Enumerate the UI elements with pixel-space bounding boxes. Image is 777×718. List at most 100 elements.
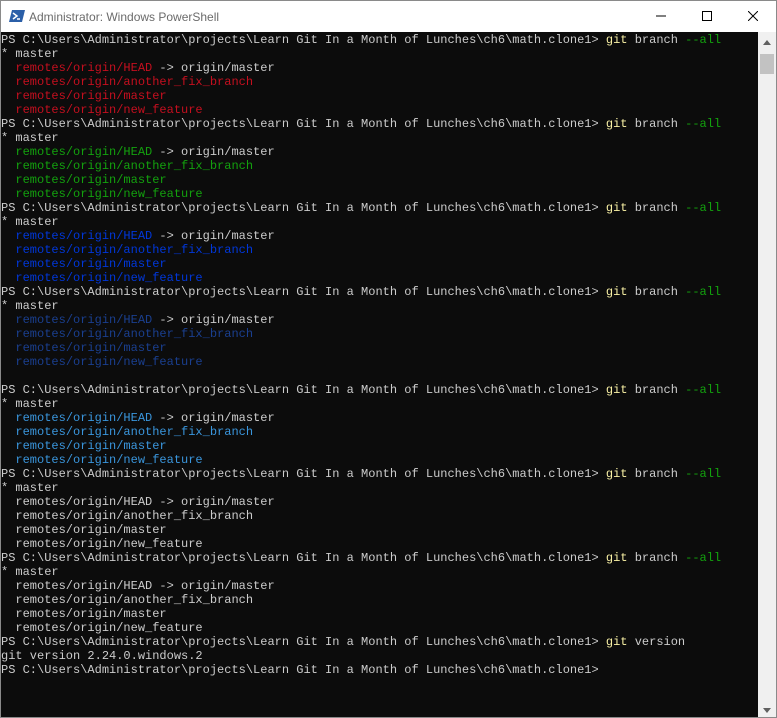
console-line: remotes/origin/master	[1, 607, 167, 621]
console-text: PS C:\Users\Administrator\projects\Learn…	[1, 33, 606, 47]
console-line: * master	[1, 565, 59, 579]
console-line: PS C:\Users\Administrator\projects\Learn…	[1, 201, 721, 215]
console-text: branch	[627, 383, 686, 397]
console-text-cyan: remotes/origin/HEAD	[15, 411, 153, 425]
console-text: git version 2.24.0.windows.2	[1, 649, 203, 663]
console-line: remotes/origin/master	[1, 439, 167, 453]
console-text-green: remotes/origin/new_feature	[15, 187, 203, 201]
console-line: git version 2.24.0.windows.2	[1, 649, 203, 663]
console-line: remotes/origin/another_fix_branch	[1, 509, 253, 523]
console-text-darkblue: remotes/origin/another_fix_branch	[15, 327, 254, 341]
close-button[interactable]	[730, 1, 776, 32]
console-text-red: remotes/origin/HEAD	[15, 61, 153, 75]
console-line: remotes/origin/new_feature	[1, 187, 203, 201]
console-text-blue: remotes/origin/master	[15, 257, 167, 271]
console-line: * master	[1, 215, 59, 229]
console-text: -> origin/master	[152, 313, 275, 327]
title-bar[interactable]: Administrator: Windows PowerShell	[1, 1, 776, 32]
console-line: remotes/origin/new_feature	[1, 271, 202, 285]
console-line: PS C:\Users\Administrator\projects\Learn…	[1, 383, 721, 397]
minimize-button[interactable]	[638, 1, 684, 32]
vertical-scrollbar[interactable]	[758, 32, 776, 717]
console-text: -> origin/master	[152, 411, 275, 425]
console-text-command: git	[605, 201, 628, 215]
console-text: -> origin/master	[152, 145, 275, 159]
console-text: branch	[627, 117, 686, 131]
console-text: * master	[1, 131, 59, 145]
console-text: PS C:\Users\Administrator\projects\Learn…	[1, 285, 606, 299]
console-line: remotes/origin/new_feature	[1, 103, 202, 117]
console-line: remotes/origin/HEAD -> origin/master	[1, 229, 274, 243]
minimize-icon	[656, 10, 666, 24]
console-line: * master	[1, 481, 59, 495]
console-text: PS C:\Users\Administrator\projects\Learn…	[1, 117, 606, 131]
powershell-icon	[9, 9, 25, 23]
console-text-parameter: --all	[685, 201, 722, 215]
console-text-cyan: remotes/origin/new_feature	[15, 453, 203, 467]
console-text-command: git	[605, 635, 628, 649]
console-line: remotes/origin/new_feature	[1, 537, 202, 551]
console-line: remotes/origin/another_fix_branch	[1, 159, 253, 173]
console-text: remotes/origin/another_fix_branch	[1, 509, 254, 523]
console-line: remotes/origin/HEAD -> origin/master	[1, 313, 275, 327]
console-line: remotes/origin/HEAD -> origin/master	[1, 579, 275, 593]
console-text: PS C:\Users\Administrator\projects\Learn…	[1, 551, 606, 565]
console-line: * master	[1, 47, 59, 61]
console-line: remotes/origin/HEAD -> origin/master	[1, 145, 275, 159]
console-text: PS C:\Users\Administrator\projects\Learn…	[1, 201, 606, 215]
console-line: * master	[1, 131, 59, 145]
console-line: remotes/origin/another_fix_branch	[1, 327, 253, 341]
console-text: version	[627, 635, 686, 649]
console-text-blue: remotes/origin/another_fix_branch	[15, 243, 254, 257]
scrollbar-thumb[interactable]	[760, 54, 774, 74]
console-text-parameter: --all	[685, 285, 722, 299]
console-text: remotes/origin/HEAD -> origin/master	[1, 495, 275, 509]
console-text: remotes/origin/master	[1, 523, 167, 537]
console-text-red: remotes/origin/another_fix_branch	[15, 75, 254, 89]
console-line: remotes/origin/HEAD -> origin/master	[1, 495, 275, 509]
scroll-up-button[interactable]	[758, 32, 776, 50]
console-text: * master	[1, 481, 59, 495]
console-line: remotes/origin/master	[1, 523, 167, 537]
console-line: PS C:\Users\Administrator\projects\Learn…	[1, 117, 721, 131]
console-line: * master	[1, 299, 59, 313]
scroll-down-button[interactable]	[758, 700, 776, 717]
console-text-command: git	[605, 383, 628, 397]
console-text-command: git	[605, 285, 628, 299]
console-text: -> origin/master	[152, 61, 275, 75]
console-text-cyan: remotes/origin/master	[15, 439, 167, 453]
console-text-command: git	[605, 33, 628, 47]
console-text: PS C:\Users\Administrator\projects\Learn…	[1, 467, 606, 481]
console-line: remotes/origin/new_feature	[1, 621, 202, 635]
console-text-darkblue: remotes/origin/new_feature	[15, 355, 203, 369]
console-text: branch	[627, 33, 686, 47]
console-line: remotes/origin/new_feature	[1, 355, 203, 369]
powershell-window: Administrator: Windows PowerShell PS C:\…	[0, 0, 777, 718]
console-line: remotes/origin/master	[1, 257, 167, 271]
console-text-red: remotes/origin/master	[15, 89, 167, 103]
console-line: PS C:\Users\Administrator\projects\Learn…	[1, 33, 721, 47]
maximize-button[interactable]	[684, 1, 730, 32]
console-text: PS C:\Users\Administrator\projects\Learn…	[1, 635, 606, 649]
console-line: remotes/origin/master	[1, 89, 167, 103]
console-text-command: git	[605, 117, 628, 131]
console-text: remotes/origin/master	[1, 607, 167, 621]
console-text-darkblue: remotes/origin/HEAD	[15, 313, 153, 327]
console-text: remotes/origin/HEAD -> origin/master	[1, 579, 275, 593]
console-output[interactable]: PS C:\Users\Administrator\projects\Learn…	[1, 32, 758, 717]
console-line: remotes/origin/another_fix_branch	[1, 425, 253, 439]
console-line: remotes/origin/HEAD -> origin/master	[1, 61, 275, 75]
